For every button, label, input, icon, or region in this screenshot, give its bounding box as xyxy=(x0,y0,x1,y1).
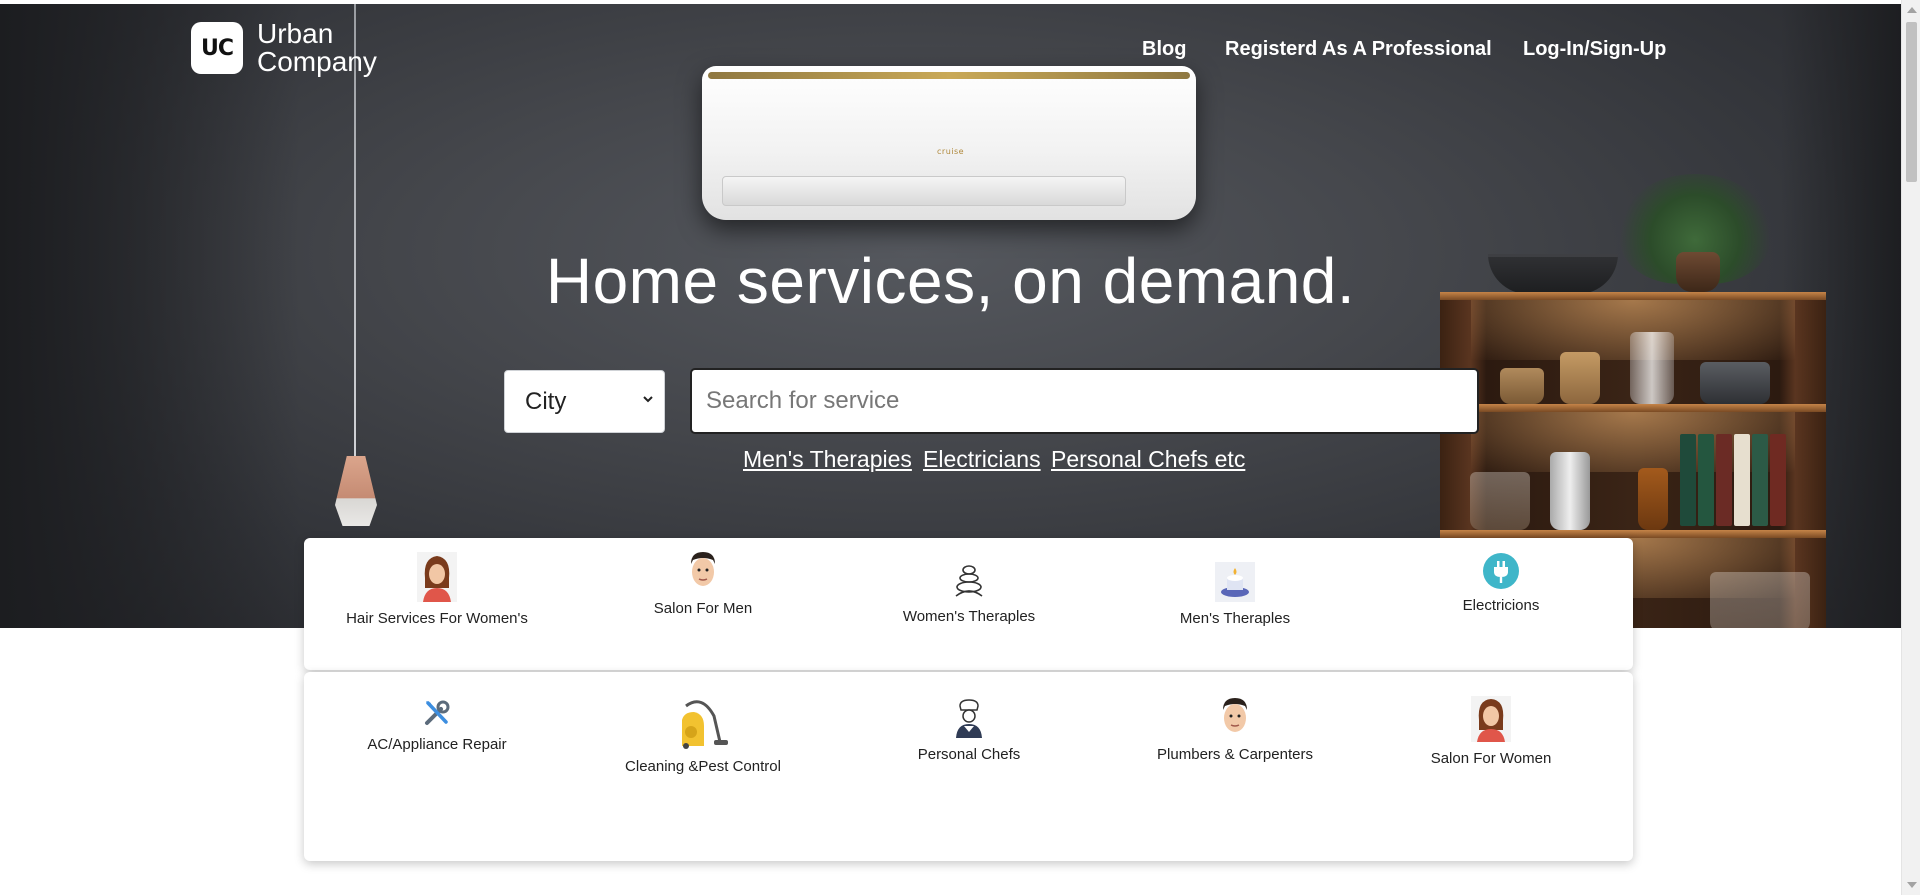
service-plumbers-carpenters[interactable]: Plumbers & Carpenters xyxy=(1115,696,1355,763)
nav-blog-link[interactable]: Blog xyxy=(1142,38,1186,61)
service-ac-appliance-repair[interactable]: AC/Appliance Repair xyxy=(317,698,557,753)
service-personal-chefs[interactable]: Personal Chefs xyxy=(849,698,1089,763)
book xyxy=(1770,434,1786,526)
book xyxy=(1698,434,1714,526)
logo-wordmark: Urban Company xyxy=(257,20,377,76)
amber-bottle xyxy=(1638,468,1668,530)
spa-stones-icon xyxy=(955,565,983,597)
service-salon-women[interactable]: Salon For Women xyxy=(1371,696,1611,767)
service-label: Hair Services For Women's xyxy=(346,610,528,627)
service-electricians[interactable]: Electricions xyxy=(1381,553,1621,614)
service-womens-therapies[interactable]: Women's Theraples xyxy=(849,562,1089,625)
service-cleaning-pest-control[interactable]: Cleaning &Pest Control xyxy=(583,696,823,775)
shelf-board xyxy=(1440,404,1826,412)
air-conditioner-image: cruise xyxy=(702,66,1196,220)
basket xyxy=(1500,368,1544,404)
tools-icon xyxy=(425,700,450,725)
metal-vase xyxy=(1550,452,1590,530)
basket xyxy=(1560,352,1600,404)
service-label: Plumbers & Carpenters xyxy=(1157,746,1313,763)
scroll-down-arrow-icon[interactable] xyxy=(1907,882,1917,888)
services-card-row-2: AC/Appliance Repair Cleaning &Pest Contr… xyxy=(304,672,1633,861)
service-salon-men[interactable]: Salon For Men xyxy=(583,550,823,617)
ac-vent xyxy=(722,176,1126,206)
book xyxy=(1734,434,1750,526)
quick-link-personal-chefs[interactable]: Personal Chefs etc xyxy=(1051,446,1245,473)
city-select-value: City xyxy=(525,387,567,415)
service-hair-women[interactable]: Hair Services For Women's xyxy=(317,552,557,627)
logo-mark: UC xyxy=(191,22,243,74)
woman-avatar-icon xyxy=(417,552,457,602)
city-select[interactable]: City xyxy=(504,370,665,433)
hero-headline: Home services, on demand. xyxy=(545,245,1356,317)
hero-banner: cruise UC Urban Company Blog Registerd A… xyxy=(0,4,1901,628)
service-label: Personal Chefs xyxy=(917,746,1021,763)
service-label: Men's Theraples xyxy=(1179,610,1291,627)
woman-avatar-icon xyxy=(1471,696,1511,742)
services-card-row-1: Hair Services For Women's Salon For Men … xyxy=(304,538,1633,670)
scrollbar-thumb[interactable] xyxy=(1906,22,1917,182)
service-label: Salon For Men xyxy=(653,600,753,617)
vertical-scrollbar[interactable] xyxy=(1901,0,1920,895)
service-label: Cleaning &Pest Control xyxy=(625,758,781,775)
man-face-icon xyxy=(691,552,715,586)
shelf-board xyxy=(1440,530,1826,538)
service-search-input[interactable] xyxy=(690,368,1479,434)
book xyxy=(1716,434,1732,526)
ac-brand-label: cruise xyxy=(937,147,965,156)
logo-word-company: Company xyxy=(257,46,377,77)
quick-link-electricians[interactable]: Electricians xyxy=(923,446,1041,473)
vacuum-cleaner-icon xyxy=(682,700,728,749)
service-label: Women's Theraples xyxy=(902,608,1036,625)
ac-trim xyxy=(708,72,1190,79)
pendant-lamp xyxy=(335,456,377,526)
service-label: AC/Appliance Repair xyxy=(367,736,507,753)
nav-login-signup-link[interactable]: Log-In/Sign-Up xyxy=(1523,38,1666,61)
scooter-figure xyxy=(1700,362,1770,404)
page: cruise UC Urban Company Blog Registerd A… xyxy=(0,0,1920,895)
glass-jar xyxy=(1630,332,1674,404)
wire-basket xyxy=(1710,572,1810,628)
wire-basket xyxy=(1470,472,1530,530)
service-label: Salon For Women xyxy=(1430,750,1552,767)
quick-link-mens-therapies[interactable]: Men's Therapies xyxy=(743,446,912,473)
plug-icon xyxy=(1483,553,1519,589)
service-mens-therapies[interactable]: Men's Theraples xyxy=(1115,562,1355,627)
spa-candle-icon xyxy=(1215,562,1255,602)
book xyxy=(1752,434,1768,526)
urban-company-logo[interactable]: UC Urban Company xyxy=(191,20,377,76)
chevron-down-icon xyxy=(643,396,653,403)
nav-register-professional-link[interactable]: Registerd As A Professional xyxy=(1225,38,1492,61)
chef-icon xyxy=(956,699,982,738)
logo-word-urban: Urban xyxy=(257,18,334,49)
man-face-icon xyxy=(1223,698,1247,732)
service-label: Electricions xyxy=(1462,597,1540,614)
book xyxy=(1680,434,1696,526)
scroll-up-arrow-icon[interactable] xyxy=(1907,7,1917,13)
